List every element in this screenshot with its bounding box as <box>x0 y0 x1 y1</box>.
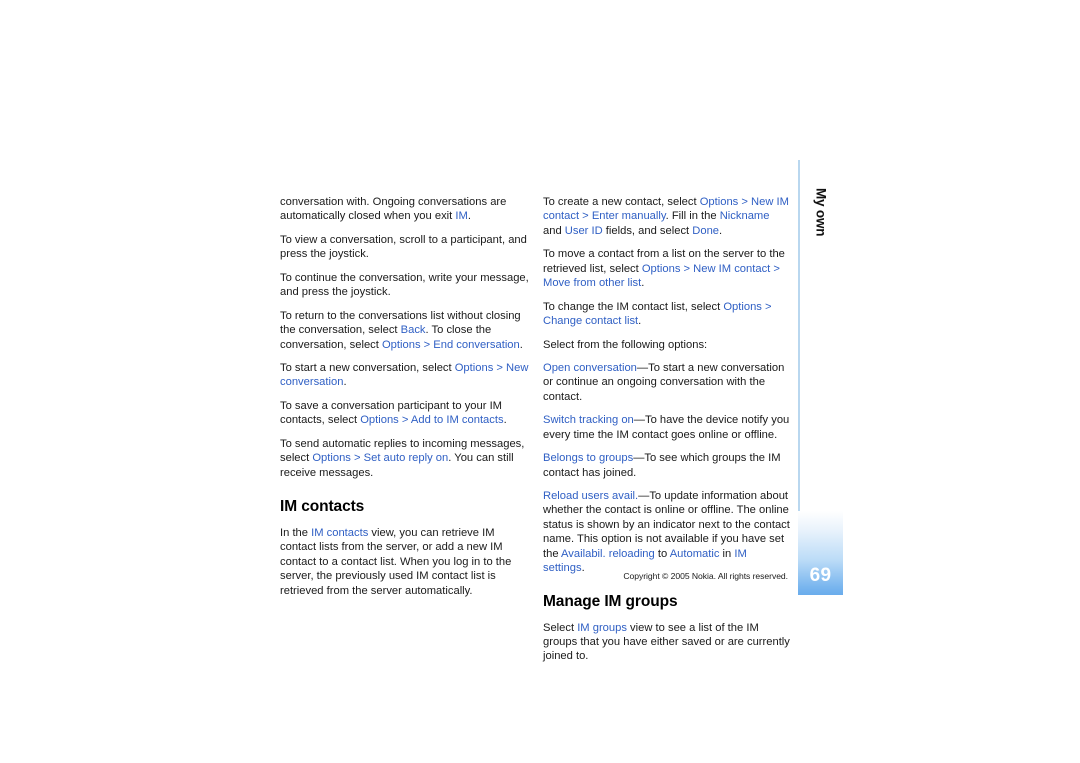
ui-term: Switch tracking on <box>543 414 634 427</box>
chapter-label-text: My own <box>813 188 829 237</box>
p-switch-tracking-on: Switch tracking on—To have the device no… <box>543 414 790 441</box>
ui-term: Reload users avail. <box>543 490 639 502</box>
ui-term: End conversation <box>433 338 520 351</box>
ui-term: Belongs to groups <box>543 452 634 465</box>
ui-term: User ID <box>564 224 603 237</box>
menu-separator: > <box>350 452 364 465</box>
p-ongoing-conversations: conversation with. Ongoing conversations… <box>280 196 507 223</box>
copyright-notice: Copyright © 2005 Nokia. All rights reser… <box>623 571 788 581</box>
section-heading-im-contacts: IM contacts <box>280 498 365 515</box>
left-column-after-heading: In the IM contacts view, you can retriev… <box>280 526 530 598</box>
right-column-after-heading: Select IM groups view to see a list of t… <box>543 621 790 664</box>
page-number: 69 <box>809 565 832 586</box>
ui-term: IM groups <box>577 621 627 634</box>
ui-term: Options <box>699 196 739 208</box>
ui-term: Options <box>723 300 762 313</box>
p-auto-reply: To send automatic replies to incoming me… <box>280 437 525 479</box>
p-continue-conversation: To continue the conversation, write your… <box>280 271 529 299</box>
p-change-contact-list: To change the IM contact list, select Op… <box>543 300 772 328</box>
chapter-label: My own <box>798 188 844 258</box>
p-reload-users-avail: Reload users avail.—To update informatio… <box>543 490 790 575</box>
ui-term: Availabil. reloading <box>561 547 655 560</box>
left-text-column: conversation with. Ongoing conversations… <box>280 195 530 598</box>
ui-term: Options <box>360 414 399 427</box>
p-im-groups-view: Select IM groups view to see a list of t… <box>543 621 790 663</box>
p-view-conversation: To view a conversation, scroll to a part… <box>280 233 527 261</box>
ui-term: Done <box>692 224 720 237</box>
p-select-options-intro: Select from the following options: <box>543 338 708 351</box>
ui-term: Add to IM contacts <box>410 414 504 427</box>
ui-term: IM <box>455 210 468 223</box>
right-column-body: To create a new contact, select Options … <box>543 195 790 576</box>
ui-term: Automatic <box>669 547 720 560</box>
p-return-to-list: To return to the conversations list with… <box>280 309 523 351</box>
right-text-column: To create a new contact, select Options … <box>543 195 790 664</box>
ui-term: IM contacts <box>311 526 369 539</box>
menu-separator: > <box>493 361 507 374</box>
menu-separator: > <box>420 338 434 351</box>
menu-separator: > <box>398 414 411 427</box>
ui-term: Options <box>312 452 351 465</box>
p-open-conversation: Open conversation—To start a new convers… <box>543 361 785 403</box>
p-save-participant: To save a conversation participant to yo… <box>280 399 507 427</box>
ui-term: Options <box>641 262 681 275</box>
manual-page: conversation with. Ongoing conversations… <box>0 0 1080 763</box>
p-move-contact: To move a contact from a list on the ser… <box>543 248 785 290</box>
ui-term: New IM contact <box>693 262 771 275</box>
ui-term: Set auto reply on <box>363 452 449 465</box>
menu-separator: > <box>579 210 592 223</box>
menu-separator: > <box>770 262 780 275</box>
ui-term: Change contact list <box>543 315 639 328</box>
ui-term: Move from other list <box>543 277 642 290</box>
p-im-contacts-view: In the IM contacts view, you can retriev… <box>280 526 512 597</box>
section-heading-manage-im-groups: Manage IM groups <box>543 592 678 610</box>
menu-separator: > <box>738 196 752 208</box>
ui-term: Enter manually <box>591 210 666 223</box>
ui-term: Options <box>454 361 494 374</box>
ui-term: Back <box>400 324 426 337</box>
p-belongs-to-groups: Belongs to groups—To see which groups th… <box>543 452 781 479</box>
left-column-body: conversation with. Ongoing conversations… <box>280 195 530 480</box>
ui-term: Open conversation <box>543 361 637 374</box>
p-start-new-conversation: To start a new conversation, select Opti… <box>280 361 529 389</box>
ui-term: Nickname <box>719 210 770 223</box>
ui-term: Options <box>381 338 421 351</box>
menu-separator: > <box>761 300 772 313</box>
menu-separator: > <box>680 262 694 275</box>
p-create-new-contact: To create a new contact, select Options … <box>543 196 789 237</box>
